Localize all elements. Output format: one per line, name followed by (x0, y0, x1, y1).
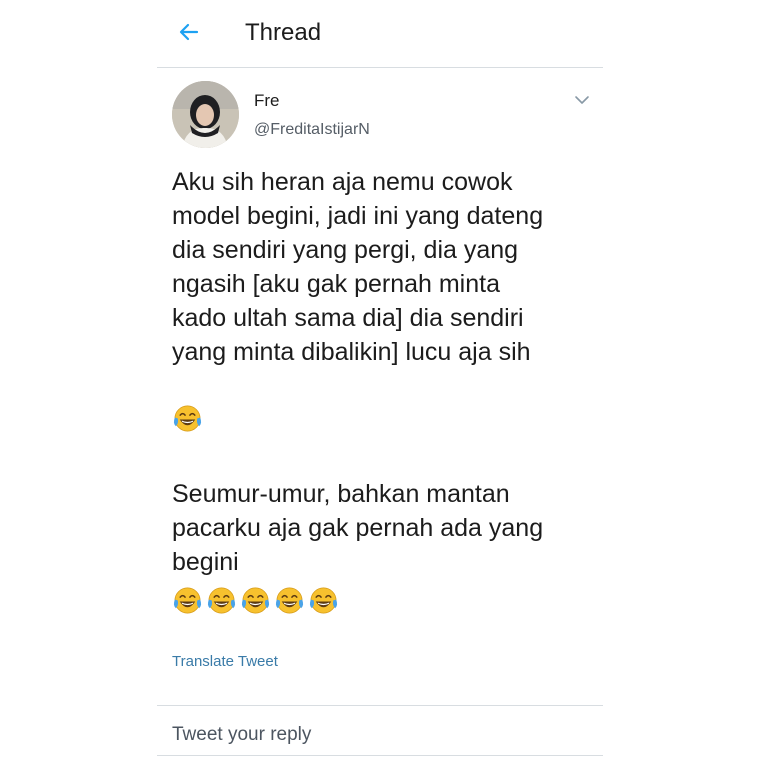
tweet-paragraph: Aku sih heran aja nemu cowok model begin… (172, 165, 602, 443)
tweet-paragraph-text: Aku sih heran aja nemu cowok model begin… (172, 168, 544, 366)
tweet-menu-button[interactable] (570, 90, 594, 110)
translate-tweet-link[interactable]: Translate Tweet (172, 653, 278, 670)
avatar-image (172, 81, 239, 148)
page-title: Thread (245, 19, 322, 46)
laughing-crying-emoji-icon (274, 585, 305, 619)
laughing-crying-emoji-icon (206, 585, 237, 619)
tweet-paragraph: Seumur-umur, bahkan mantan pacarku aja g… (172, 480, 544, 576)
display-name[interactable]: Fre (254, 91, 280, 111)
top-bar: Thread (157, 0, 603, 68)
divider (157, 705, 603, 706)
laughing-crying-emoji-icon (172, 369, 203, 443)
reply-input[interactable]: Tweet your reply (172, 724, 311, 746)
avatar[interactable] (172, 81, 239, 148)
divider (157, 755, 603, 756)
chevron-down-icon (575, 96, 589, 104)
laughing-crying-emoji-icon (308, 585, 339, 619)
user-handle[interactable]: @FreditaIstijarN (254, 121, 370, 139)
thread-screen: Thread Fre @FreditaIstijarN Aku sih hera… (0, 0, 759, 759)
tweet-body: Aku sih heran aja nemu cowok model begin… (172, 165, 602, 613)
back-button[interactable] (175, 18, 203, 46)
laughing-crying-emoji-icon (240, 585, 271, 619)
emoji-row (172, 585, 339, 619)
arrow-left-icon (179, 23, 199, 41)
laughing-crying-emoji-icon (172, 585, 203, 619)
